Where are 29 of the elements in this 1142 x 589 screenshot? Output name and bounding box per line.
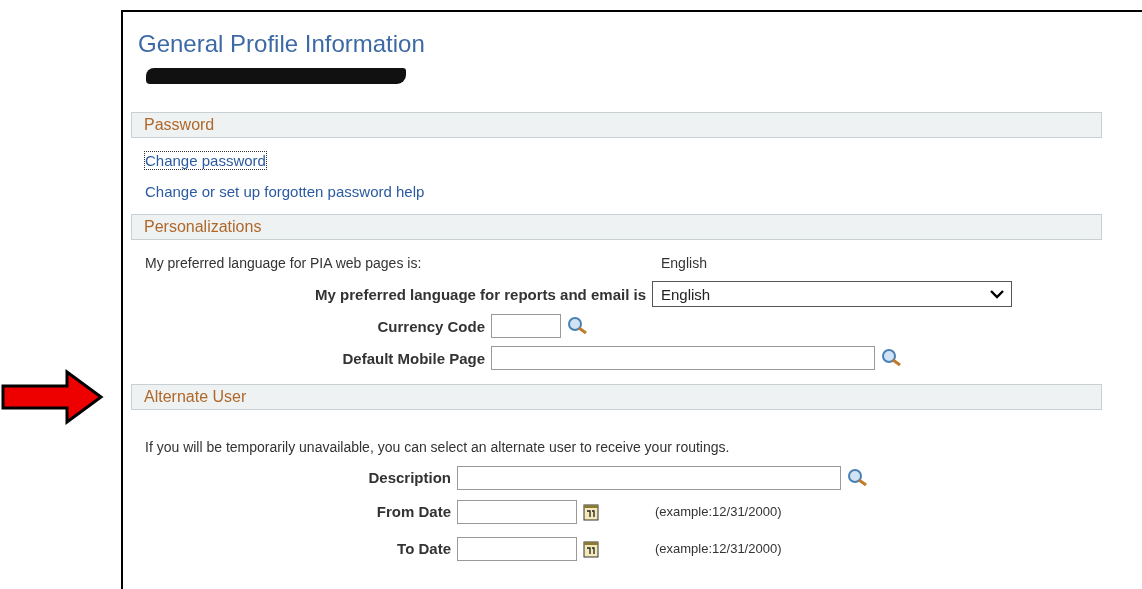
calendar-icon[interactable] [583, 502, 599, 521]
field-label: From Date [375, 503, 451, 520]
input-field[interactable] [457, 465, 841, 490]
field-label: To Date [396, 540, 451, 557]
page-title: General Profile Information [138, 30, 425, 58]
input-field[interactable] [491, 314, 561, 338]
date-format-hint: (example:12/31/2000) [655, 541, 782, 556]
search-icon[interactable] [881, 349, 903, 367]
field-label: Currency Code [376, 317, 485, 335]
section-title: Password [144, 116, 215, 134]
input-field[interactable] [457, 536, 577, 561]
search-icon[interactable] [567, 317, 589, 335]
input-field[interactable] [457, 499, 577, 524]
field-label: My preferred language for PIA web pages is: [145, 255, 423, 271]
language-dropdown[interactable]: English [652, 281, 1012, 307]
date-format-hint: (example:12/31/2000) [655, 504, 782, 519]
field-label: Default Mobile Page [341, 349, 485, 367]
calendar-icon[interactable] [583, 539, 599, 558]
section-title: Personalizations [144, 218, 262, 236]
field-label: My preferred language for reports and email is [314, 285, 646, 303]
info-text: If you will be temporarily unavailable, you can select an alternate user to receive your routings. [145, 439, 730, 455]
field-value: English [661, 255, 707, 271]
search-icon[interactable] [847, 468, 869, 487]
section-title: Alternate User [144, 388, 247, 406]
field-label: Description [367, 469, 451, 486]
text-link[interactable]: Change password [145, 152, 266, 169]
input-field[interactable] [491, 346, 875, 370]
text-link[interactable]: Change or set up forgotten password help [145, 183, 425, 200]
chevron-down-icon [989, 289, 1005, 299]
